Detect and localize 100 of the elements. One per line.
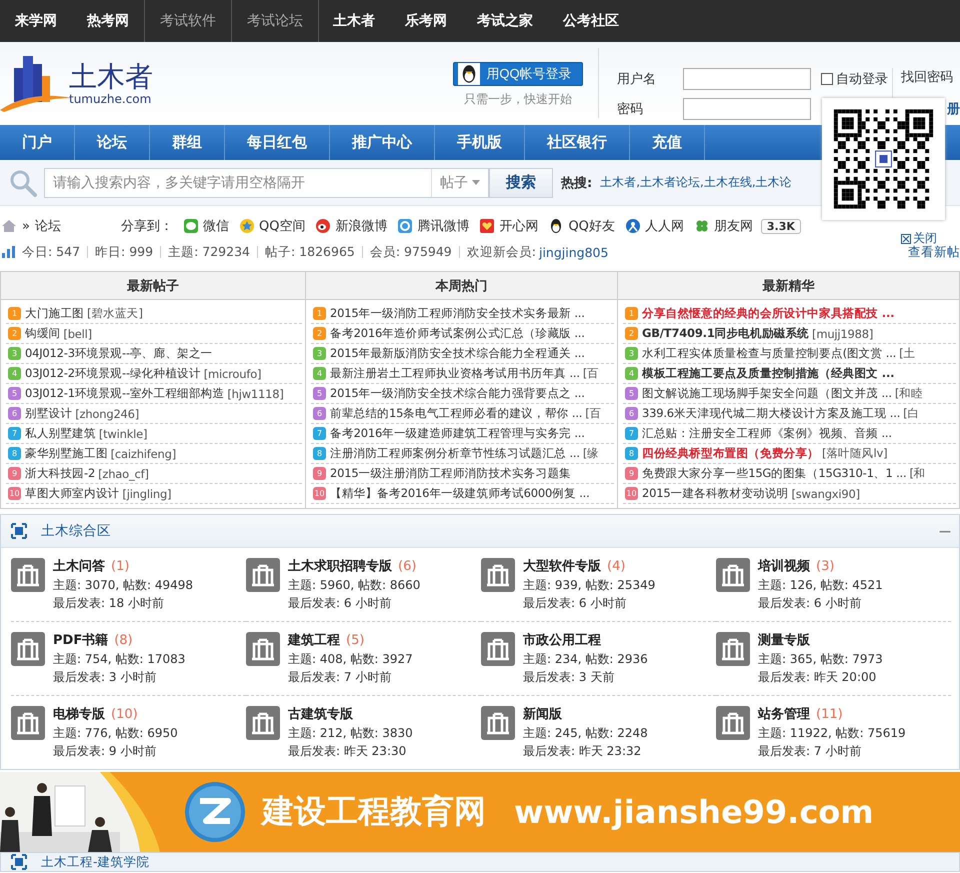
post-link[interactable]: 私人别墅建筑	[25, 426, 96, 441]
share-link[interactable]: QQ空间	[258, 217, 306, 235]
forum-name[interactable]: 大型软件专版	[523, 558, 601, 576]
post-link[interactable]: 四份经典桥型布置图（免费分享）	[642, 446, 820, 461]
password-field[interactable]	[683, 98, 811, 120]
top-link[interactable]: 公考社区	[548, 0, 634, 42]
forum-icon[interactable]	[716, 632, 750, 666]
forum-name[interactable]: 市政公用工程	[523, 632, 601, 650]
breadcrumb-link[interactable]: 论坛	[34, 217, 61, 235]
new-member-link[interactable]: jingjing805	[538, 244, 608, 260]
top-link[interactable]: 乐考网	[390, 0, 462, 42]
post-link[interactable]: 汇总贴：注册安全工程师《案例》视频、音频 ...	[642, 426, 892, 441]
post-link[interactable]: 2015年一级消防安全技术综合能力强背要点之 ...	[330, 386, 585, 401]
share-link[interactable]: 新浪微博	[335, 217, 388, 235]
forum-name[interactable]: 土木求职招聘专版	[288, 558, 392, 576]
post-link[interactable]: 注册消防工程师案例分析章节性练习试题汇总 ...	[330, 446, 580, 461]
chat-icon[interactable]	[182, 218, 199, 234]
share-link[interactable]: QQ好友	[568, 217, 615, 235]
post-link[interactable]: 图文解说施工现场脚手架安全问题（图文并茂 ...	[642, 386, 892, 401]
post-link[interactable]: 钩缓间	[25, 326, 60, 341]
auto-login-label[interactable]: 自动登录	[836, 70, 888, 88]
search-button[interactable]: 搜索	[489, 168, 553, 198]
forum-icon[interactable]	[11, 558, 45, 592]
find-password-link[interactable]: 找回密码	[901, 68, 960, 86]
share-label: 分享到：	[120, 218, 173, 235]
rank-badge: 5	[625, 387, 638, 400]
logo-name: 土木者	[69, 62, 153, 92]
forum-icon[interactable]	[716, 558, 750, 592]
qq-login-button[interactable]: 用QQ帐号登录	[453, 62, 583, 86]
forum-name[interactable]: 测量专版	[758, 632, 810, 650]
section-icon	[11, 523, 27, 539]
top-link[interactable]: 土木者	[318, 0, 390, 42]
section-title[interactable]: 土木综合区	[41, 522, 111, 540]
username-field[interactable]	[683, 68, 811, 90]
post-link[interactable]: 339.6米天津现代城二期大楼设计方案及施工现 ...	[642, 406, 900, 421]
post-link[interactable]: 最新注册岩土工程师执业资格考试用书历年真 ...	[330, 366, 580, 381]
rank-badge: 2	[313, 327, 326, 340]
share-link[interactable]: 人人网	[644, 217, 684, 235]
post-link[interactable]: 模板工程施工要点及质量控制措施（经典图文 ...	[642, 366, 894, 381]
post-link[interactable]: 豪华别墅施工图	[25, 446, 108, 461]
post-link[interactable]: 2015年最新版消防安全技术综合能力全程通关 ...	[330, 346, 585, 361]
post-link[interactable]: 2015一建各科教材变动说明	[642, 486, 788, 501]
top-link[interactable]: 考试之家	[462, 0, 548, 42]
forum-icon[interactable]	[246, 558, 280, 592]
search-field[interactable]: 请输入搜索内容，多关键字请用空格隔开 帖子	[44, 168, 489, 198]
post-link[interactable]: 别墅设计	[25, 406, 72, 421]
share-link[interactable]: 开心网	[499, 217, 538, 235]
post-link[interactable]: 备考2016年造价师考试案例公式汇总（珍藏版 ...	[330, 326, 585, 341]
forum-name[interactable]: 站务管理	[758, 706, 810, 724]
forum-icon[interactable]	[11, 706, 45, 740]
forum-name[interactable]: 电梯专版	[53, 706, 105, 724]
hot-search-links[interactable]: 土木者,土木者论坛,土木在线,土木论	[600, 174, 792, 191]
circle-icon[interactable]	[397, 218, 414, 234]
home-icon[interactable]	[2, 220, 16, 232]
forum-icon[interactable]	[481, 558, 515, 592]
forum-name[interactable]: 培训视频	[758, 558, 810, 576]
post-link[interactable]: 大门施工图	[25, 306, 84, 321]
post-link[interactable]: 03J012-1环境景观--室外工程细部构造	[25, 386, 224, 401]
post-link[interactable]: 浙大科技园-2	[25, 466, 96, 481]
post-link[interactable]: GB/T7409.1同步电机励磁系统	[642, 326, 810, 341]
post-link[interactable]: 备考2016年一级建造师建筑工程管理与实务完 ...	[330, 426, 585, 441]
post-link[interactable]: 2015年一级消防工程师消防安全技术实务最新 ...	[330, 306, 585, 321]
person-icon[interactable]	[624, 218, 641, 234]
top-link[interactable]: 热考网	[72, 0, 144, 42]
rank-badge: 3	[8, 347, 21, 360]
post-link[interactable]: 前辈总结的15条电气工程师必看的建议，帮你 ...	[330, 406, 582, 421]
forum-icon[interactable]	[481, 632, 515, 666]
share-link[interactable]: 腾讯微博	[417, 217, 470, 235]
auto-login-checkbox[interactable]	[821, 73, 833, 85]
share-link[interactable]: 朋友网	[714, 217, 753, 235]
post-link[interactable]: 03J012-2环境景观--绿化种植设计	[25, 366, 201, 381]
post-link[interactable]: 04J012-3环境景观--亭、廊、架之一	[25, 346, 213, 361]
post-author: [碧水蓝天]	[87, 306, 143, 321]
forum-icon[interactable]	[716, 706, 750, 740]
top-link[interactable]: 来学网	[0, 0, 72, 42]
forum-stats: 主题: 245, 帖数: 2248	[523, 725, 648, 742]
forum-name[interactable]: PDF书籍	[53, 632, 108, 650]
post-link[interactable]: 2015一级注册消防工程师消防技术实务习题集	[330, 466, 571, 481]
forum-name[interactable]: 古建筑专版	[288, 706, 353, 724]
search-scope-dropdown[interactable]: 帖子	[431, 168, 488, 196]
username-label[interactable]: 用户名	[617, 70, 683, 88]
rank-badge: 7	[313, 427, 326, 440]
post-link[interactable]: 水利工程实体质量检查与质量控制要点(图文赏 ...	[642, 346, 896, 361]
eye-icon[interactable]	[315, 218, 332, 234]
share-link[interactable]: 微信	[202, 217, 229, 235]
section-title[interactable]: 土木工程-建筑学院	[41, 854, 150, 870]
forum-icon[interactable]	[246, 706, 280, 740]
post-link[interactable]: 【精华】备考2016年一级建筑师考试6000例复 ...	[330, 486, 590, 501]
register-link[interactable]: 册	[947, 100, 960, 118]
forum-icon[interactable]	[246, 632, 280, 666]
forum-icon[interactable]	[481, 706, 515, 740]
forum-name[interactable]: 土木问答	[53, 558, 105, 576]
post-link[interactable]: 分享自然惬意的经典的会所设计中家具搭配技 ...	[642, 306, 894, 321]
post-link[interactable]: 免费跟大家分享一些15G的图集（15G310-1、1 ...	[642, 466, 906, 481]
forum-name[interactable]: 新闻版	[523, 706, 562, 724]
forum-icon[interactable]	[11, 632, 45, 666]
forum-name[interactable]: 建筑工程	[288, 632, 340, 650]
clover-icon[interactable]	[694, 218, 710, 234]
post-link[interactable]: 草图大师室内设计	[25, 486, 120, 501]
bar-chart-icon	[2, 246, 16, 258]
